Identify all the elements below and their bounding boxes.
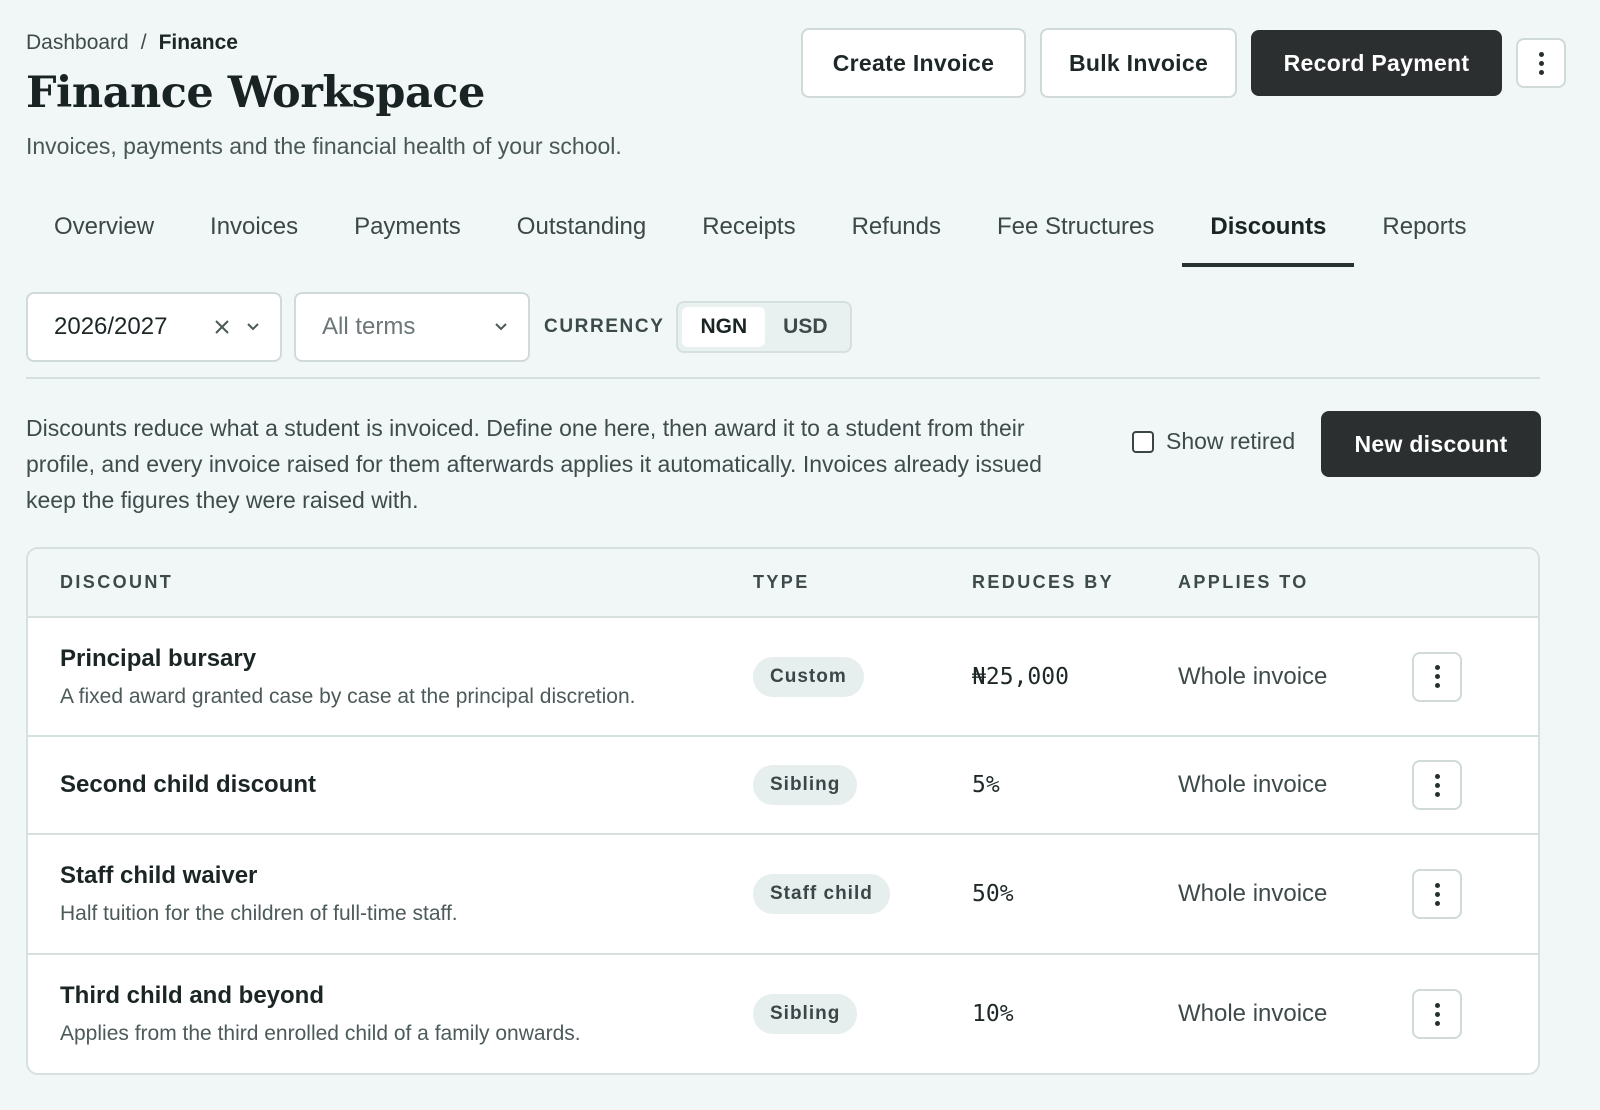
currency-label: CURRENCY bbox=[544, 316, 665, 337]
breadcrumb-dashboard-link[interactable]: Dashboard bbox=[26, 31, 129, 55]
row-actions-button[interactable] bbox=[1412, 651, 1462, 702]
type-badge: Sibling bbox=[753, 765, 858, 805]
table-row[interactable]: Principal bursary A fixed award granted … bbox=[28, 618, 1538, 737]
table-header: DISCOUNT TYPE REDUCES BY APPLIES TO bbox=[28, 549, 1538, 618]
session-value: 2026/2027 bbox=[54, 313, 168, 340]
term-select[interactable]: All terms bbox=[294, 292, 530, 362]
reduces-by-value: ₦25,000 bbox=[972, 663, 1069, 690]
breadcrumb: Dashboard / Finance bbox=[26, 31, 238, 55]
applies-to-value: Whole invoice bbox=[1178, 1000, 1328, 1027]
table-row[interactable]: Second child discount Sibling 5% Whole i… bbox=[28, 737, 1538, 835]
tab-receipts[interactable]: Receipts bbox=[674, 195, 823, 263]
type-badge: Sibling bbox=[753, 994, 858, 1034]
reduces-by-value: 5% bbox=[972, 772, 1000, 798]
applies-to-value: Whole invoice bbox=[1178, 662, 1328, 690]
session-select[interactable]: 2026/2027 bbox=[26, 292, 282, 362]
tab-invoices[interactable]: Invoices bbox=[182, 195, 326, 263]
term-placeholder: All terms bbox=[322, 313, 416, 340]
discount-cell: Second child discount bbox=[28, 771, 753, 799]
more-actions-button[interactable] bbox=[1516, 38, 1566, 88]
discount-name: Third child and beyond bbox=[60, 982, 324, 1009]
tab-discounts[interactable]: Discounts bbox=[1182, 195, 1355, 267]
discounts-intro: Discounts reduce what a student is invoi… bbox=[26, 415, 1042, 513]
table-row[interactable]: Staff child waiver Half tuition for the … bbox=[28, 835, 1538, 955]
new-discount-button[interactable]: New discount bbox=[1321, 411, 1541, 477]
create-invoice-button[interactable]: Create Invoice bbox=[801, 28, 1026, 98]
bulk-invoice-button[interactable]: Bulk Invoice bbox=[1040, 28, 1237, 98]
record-payment-button[interactable]: Record Payment bbox=[1251, 30, 1502, 96]
column-header-discount: DISCOUNT bbox=[60, 572, 174, 592]
header-actions: Create Invoice Bulk Invoice Record Payme… bbox=[801, 28, 1566, 98]
discount-name: Principal bursary bbox=[60, 644, 257, 672]
finance-tabs: Overview Invoices Payments Outstanding R… bbox=[26, 195, 1540, 267]
row-actions-button[interactable] bbox=[1412, 869, 1462, 919]
column-header-reduces-by: REDUCES BY bbox=[972, 572, 1115, 592]
type-badge: Custom bbox=[753, 656, 864, 697]
row-actions-button[interactable] bbox=[1412, 989, 1462, 1039]
discount-cell: Third child and beyond Applies from the … bbox=[28, 982, 753, 1046]
tab-overview[interactable]: Overview bbox=[26, 195, 182, 263]
row-actions-button[interactable] bbox=[1412, 760, 1462, 810]
type-badge: Staff child bbox=[753, 874, 890, 914]
chevron-down-icon bbox=[494, 322, 508, 332]
breadcrumb-current: Finance bbox=[158, 31, 238, 54]
tab-reports[interactable]: Reports bbox=[1354, 195, 1494, 263]
applies-to-value: Whole invoice bbox=[1178, 880, 1328, 907]
applies-to-value: Whole invoice bbox=[1178, 771, 1328, 798]
chevron-down-icon bbox=[246, 322, 260, 332]
discount-name: Staff child waiver bbox=[60, 862, 258, 889]
reduces-by-value: 50% bbox=[972, 881, 1014, 907]
show-retired-label: Show retired bbox=[1166, 428, 1296, 454]
column-header-applies-to: APPLIES TO bbox=[1178, 572, 1309, 592]
discount-name: Second child discount bbox=[60, 771, 317, 798]
breadcrumb-separator: / bbox=[140, 31, 147, 54]
tab-refunds[interactable]: Refunds bbox=[824, 195, 969, 263]
discount-cell: Principal bursary A fixed award granted … bbox=[28, 645, 753, 709]
currency-usd[interactable]: USD bbox=[765, 307, 845, 347]
show-retired-toggle[interactable]: Show retired bbox=[1132, 428, 1295, 455]
discount-description: A fixed award granted case by case at th… bbox=[60, 684, 636, 708]
show-retired-checkbox[interactable] bbox=[1132, 430, 1154, 453]
more-vertical-icon bbox=[1538, 51, 1544, 75]
more-vertical-icon bbox=[1434, 882, 1440, 906]
reduces-by-value: 10% bbox=[972, 1001, 1014, 1027]
discount-description: Half tuition for the children of full-ti… bbox=[60, 902, 458, 925]
currency-toggle: NGN USD bbox=[676, 301, 852, 353]
filter-bar: 2026/2027 All terms CURRENCY NGN USD bbox=[26, 292, 852, 362]
tab-payments[interactable]: Payments bbox=[326, 195, 489, 263]
tab-outstanding[interactable]: Outstanding bbox=[489, 195, 674, 263]
more-vertical-icon bbox=[1434, 1002, 1440, 1026]
more-vertical-icon bbox=[1434, 665, 1440, 688]
discount-cell: Staff child waiver Half tuition for the … bbox=[28, 862, 753, 926]
discounts-table: DISCOUNT TYPE REDUCES BY APPLIES TO Prin… bbox=[26, 547, 1540, 1075]
column-header-type: TYPE bbox=[753, 572, 810, 592]
close-icon[interactable] bbox=[214, 319, 230, 335]
discount-description: Applies from the third enrolled child of… bbox=[60, 1022, 581, 1045]
table-row[interactable]: Third child and beyond Applies from the … bbox=[28, 955, 1538, 1073]
tab-fee-structures[interactable]: Fee Structures bbox=[969, 195, 1182, 263]
currency-ngn[interactable]: NGN bbox=[682, 307, 766, 347]
page-subtitle: Invoices, payments and the financial hea… bbox=[26, 133, 622, 159]
page-title: Finance Workspace bbox=[26, 68, 485, 118]
more-vertical-icon bbox=[1434, 773, 1440, 797]
section-divider bbox=[26, 377, 1540, 379]
